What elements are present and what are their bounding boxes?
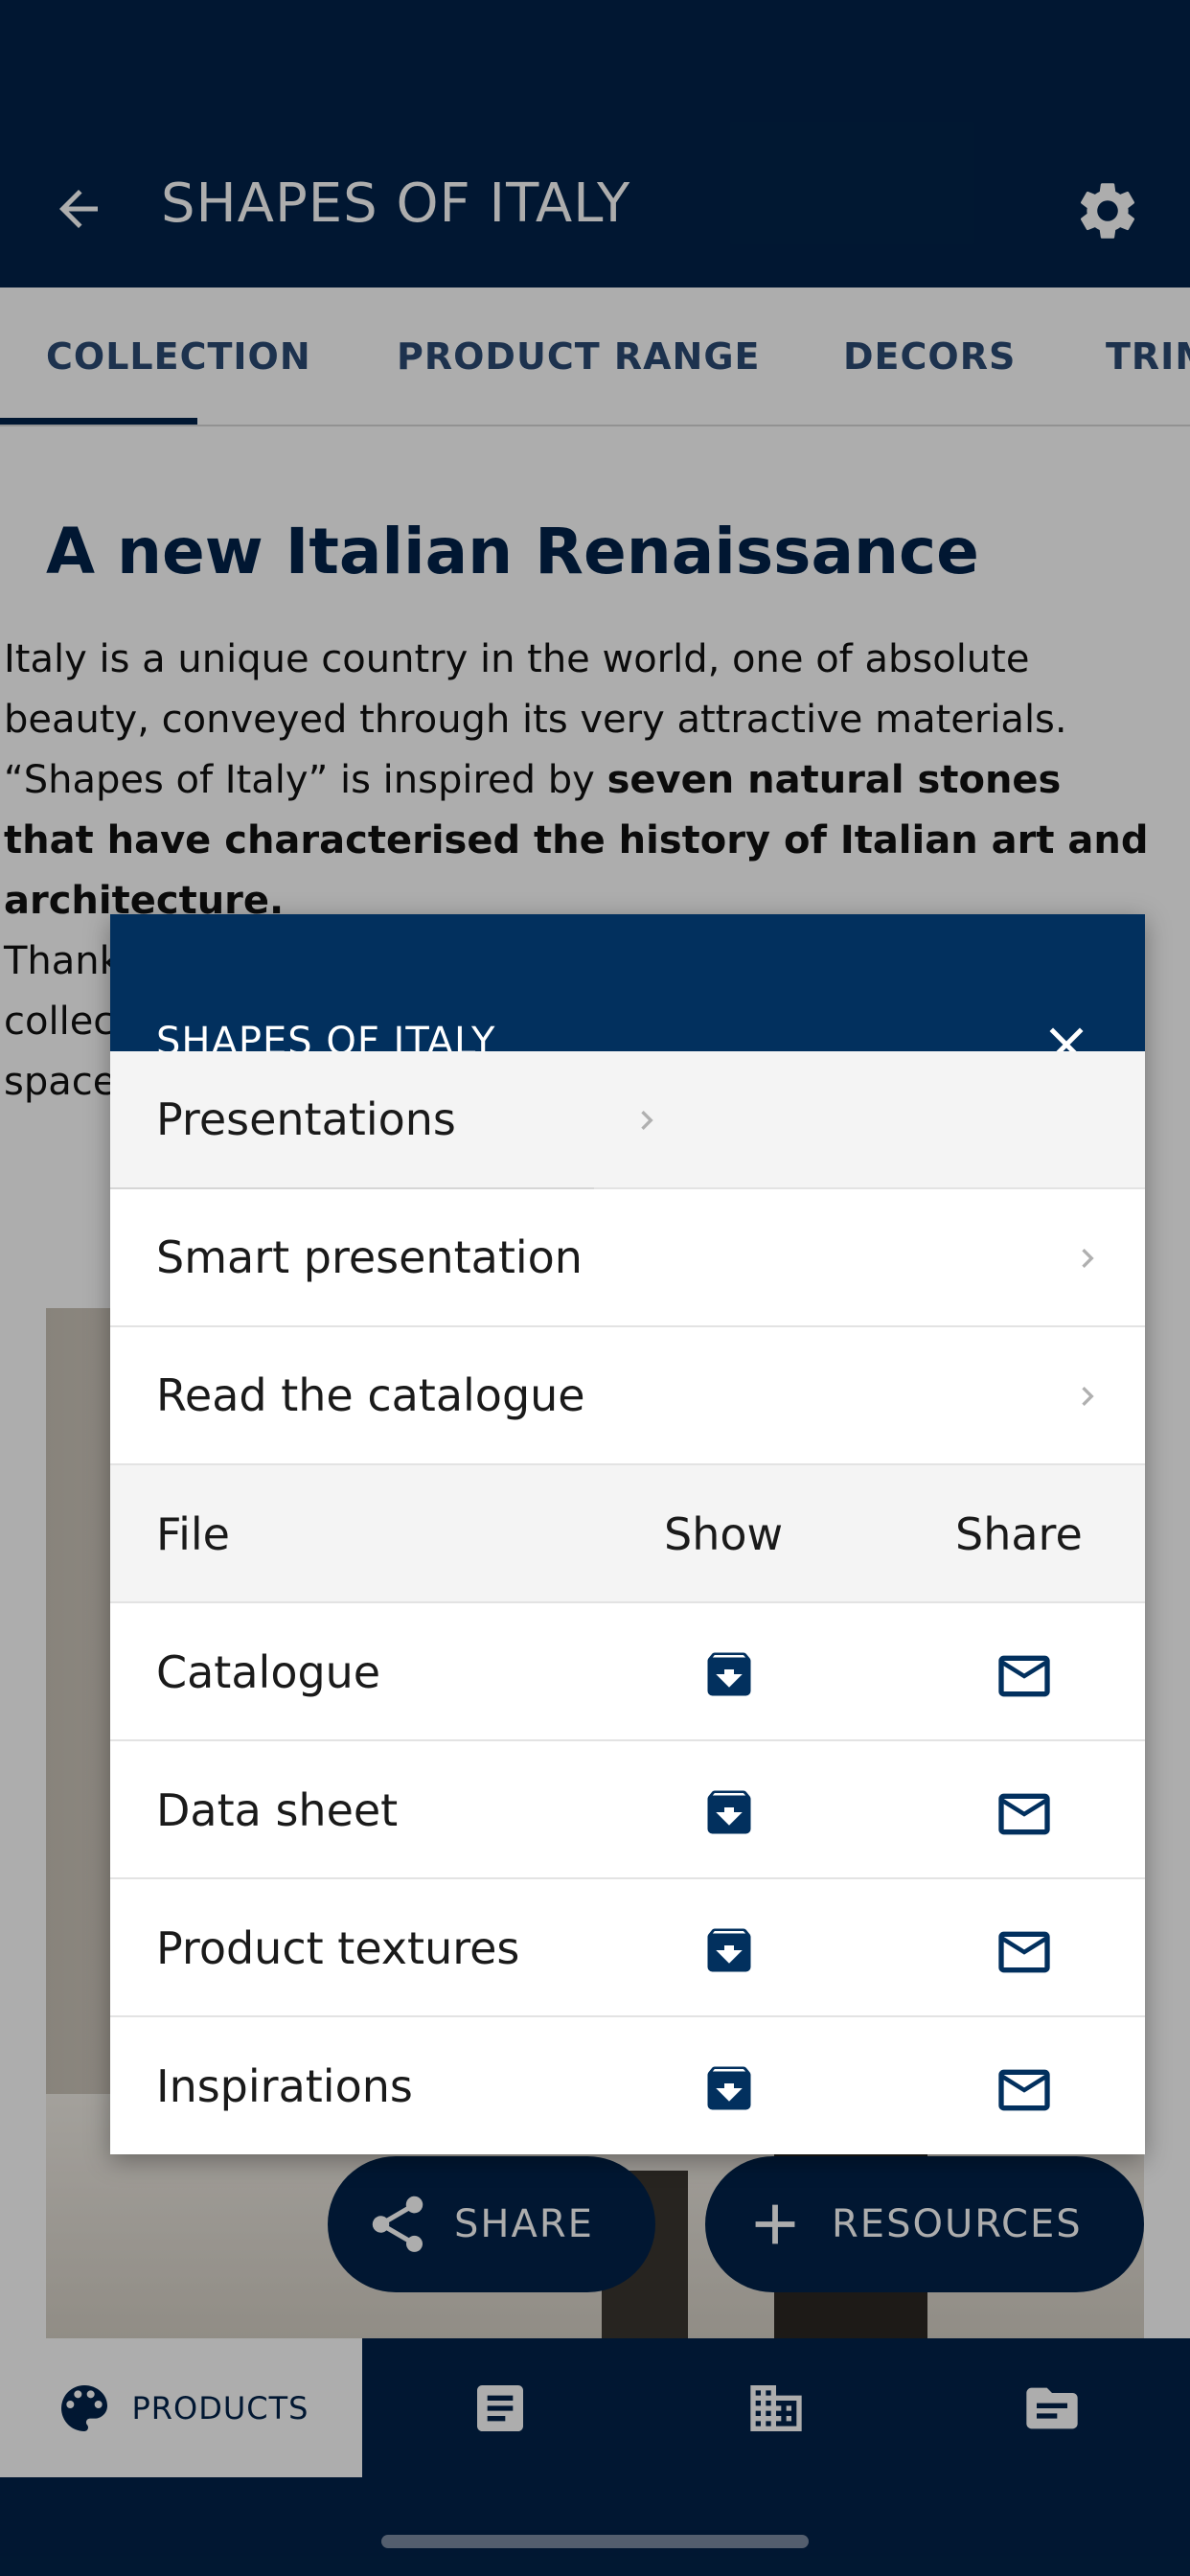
mail-icon[interactable] — [994, 1783, 1055, 1845]
file-name: Product textures — [156, 1922, 520, 1974]
read-catalogue-label: Read the catalogue — [156, 1369, 585, 1421]
archive-download-icon[interactable] — [700, 1645, 758, 1703]
read-catalogue-row[interactable]: Read the catalogue — [110, 1327, 1145, 1465]
column-file: File — [156, 1508, 230, 1560]
file-row-data-sheet: Data sheet — [110, 1741, 1145, 1879]
presentations-row[interactable]: Presentations — [110, 1051, 1145, 1189]
column-share: Share — [955, 1508, 1083, 1560]
dialog-title: SHAPES OF ITALY — [156, 1020, 496, 1051]
smart-presentation-row[interactable]: Smart presentation — [110, 1189, 1145, 1327]
archive-download-icon[interactable] — [700, 2059, 758, 2117]
mail-icon[interactable] — [994, 1645, 1055, 1707]
file-name: Inspirations — [156, 2060, 413, 2112]
file-row-product-textures: Product textures — [110, 1879, 1145, 2017]
files-table-header: File Show Share — [110, 1465, 1145, 1603]
mail-icon[interactable] — [994, 2059, 1055, 2121]
column-show: Show — [664, 1508, 784, 1560]
dialog-header: SHAPES OF ITALY — [110, 914, 1145, 1051]
file-name: Data sheet — [156, 1784, 399, 1836]
chevron-right-icon — [1082, 1249, 1094, 1268]
file-row-catalogue: Catalogue — [110, 1603, 1145, 1741]
presentations-label: Presentations — [156, 1093, 456, 1145]
archive-download-icon[interactable] — [700, 1921, 758, 1979]
resources-dialog: SHAPES OF ITALY Presentations Smart pres… — [110, 914, 1145, 2154]
close-icon[interactable] — [1038, 1016, 1095, 1051]
file-name: Catalogue — [156, 1646, 381, 1698]
archive-download-icon[interactable] — [700, 1783, 758, 1841]
chevron-right-icon — [1082, 1387, 1094, 1406]
mail-icon[interactable] — [994, 1921, 1055, 1983]
chevron-right-icon — [641, 1111, 653, 1130]
smart-presentation-label: Smart presentation — [156, 1231, 583, 1283]
file-row-inspirations: Inspirations — [110, 2017, 1145, 2154]
